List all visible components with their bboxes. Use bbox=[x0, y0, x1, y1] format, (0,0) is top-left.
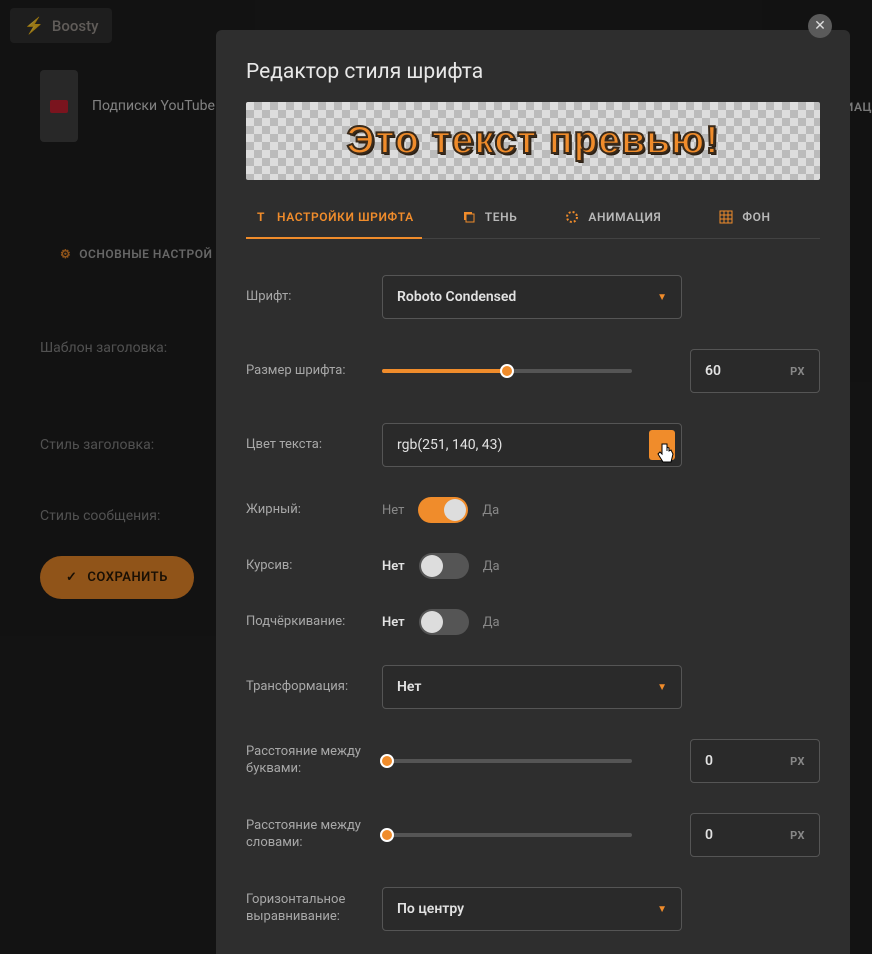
word-spacing-slider[interactable] bbox=[382, 833, 632, 837]
label-word-spacing: Расстояние между словами: bbox=[246, 818, 364, 852]
preview-text: Это текст превью! bbox=[347, 119, 720, 163]
row-transform: Трансформация: Нет ▼ bbox=[246, 665, 820, 709]
underline-toggle[interactable] bbox=[419, 609, 469, 635]
font-select[interactable]: Roboto Condensed ▼ bbox=[382, 275, 682, 319]
modal-title: Редактор стиля шрифта bbox=[216, 30, 850, 102]
tab-shadow[interactable]: ТЕНЬ bbox=[454, 200, 526, 238]
tab-animation[interactable]: АНИМАЦИЯ bbox=[557, 200, 669, 238]
label-transform: Трансформация: bbox=[246, 679, 364, 696]
preview-area: Это текст превью! bbox=[246, 102, 820, 180]
italic-toggle[interactable] bbox=[419, 553, 469, 579]
row-italic: Курсив: Нет Да bbox=[246, 553, 820, 579]
text-icon: T bbox=[254, 210, 268, 224]
tab-font-settings[interactable]: T НАСТРОЙКИ ШРИФТА bbox=[246, 200, 422, 238]
bold-toggle[interactable] bbox=[418, 497, 468, 523]
font-style-editor-modal: Редактор стиля шрифта Это текст превью! … bbox=[216, 30, 850, 954]
label-italic: Курсив: bbox=[246, 558, 364, 575]
underline-no: Нет bbox=[382, 615, 405, 630]
font-size-slider[interactable] bbox=[382, 369, 632, 373]
close-icon: ✕ bbox=[814, 18, 826, 34]
label-text-color: Цвет текста: bbox=[246, 437, 364, 454]
letter-spacing-input[interactable]: 0 PX bbox=[690, 739, 820, 783]
bold-no: Нет bbox=[382, 503, 404, 518]
label-font: Шрифт: bbox=[246, 289, 364, 306]
grid-icon bbox=[719, 210, 733, 224]
label-bold: Жирный: bbox=[246, 502, 364, 519]
label-letter-spacing: Расстояние между буквами: bbox=[246, 744, 364, 778]
word-spacing-input[interactable]: 0 PX bbox=[690, 813, 820, 857]
row-font: Шрифт: Roboto Condensed ▼ bbox=[246, 275, 820, 319]
label-underline: Подчёркивание: bbox=[246, 614, 364, 631]
modal-tabs: T НАСТРОЙКИ ШРИФТА ТЕНЬ АНИМАЦИЯ ФОН bbox=[246, 200, 820, 239]
h-align-select[interactable]: По центру ▼ bbox=[382, 887, 682, 931]
color-swatch[interactable] bbox=[649, 430, 675, 460]
italic-no: Нет bbox=[382, 559, 405, 574]
text-color-input[interactable]: rgb(251, 140, 43) bbox=[382, 423, 682, 467]
row-font-size: Размер шрифта: 60 PX bbox=[246, 349, 820, 393]
font-size-input[interactable]: 60 PX bbox=[690, 349, 820, 393]
label-h-align: Горизонтальное выравнивание: bbox=[246, 892, 364, 926]
tab-background[interactable]: ФОН bbox=[711, 200, 778, 238]
italic-yes: Да bbox=[483, 559, 500, 574]
form: Шрифт: Roboto Condensed ▼ Размер шрифта:… bbox=[216, 239, 850, 954]
bold-yes: Да bbox=[482, 503, 499, 518]
row-letter-spacing: Расстояние между буквами: 0 PX bbox=[246, 739, 820, 783]
close-button[interactable]: ✕ bbox=[808, 14, 832, 38]
transform-select[interactable]: Нет ▼ bbox=[382, 665, 682, 709]
chevron-down-icon: ▼ bbox=[657, 292, 667, 303]
chevron-down-icon: ▼ bbox=[657, 904, 667, 915]
layers-icon bbox=[462, 210, 476, 224]
chevron-down-icon: ▼ bbox=[657, 682, 667, 693]
row-h-align: Горизонтальное выравнивание: По центру ▼ bbox=[246, 887, 820, 931]
spinner-icon bbox=[565, 210, 579, 224]
letter-spacing-slider[interactable] bbox=[382, 759, 632, 763]
label-font-size: Размер шрифта: bbox=[246, 363, 364, 380]
row-underline: Подчёркивание: Нет Да bbox=[246, 609, 820, 635]
row-bold: Жирный: Нет Да bbox=[246, 497, 820, 523]
row-text-color: Цвет текста: rgb(251, 140, 43) bbox=[246, 423, 820, 467]
underline-yes: Да bbox=[483, 615, 500, 630]
row-word-spacing: Расстояние между словами: 0 PX bbox=[246, 813, 820, 857]
